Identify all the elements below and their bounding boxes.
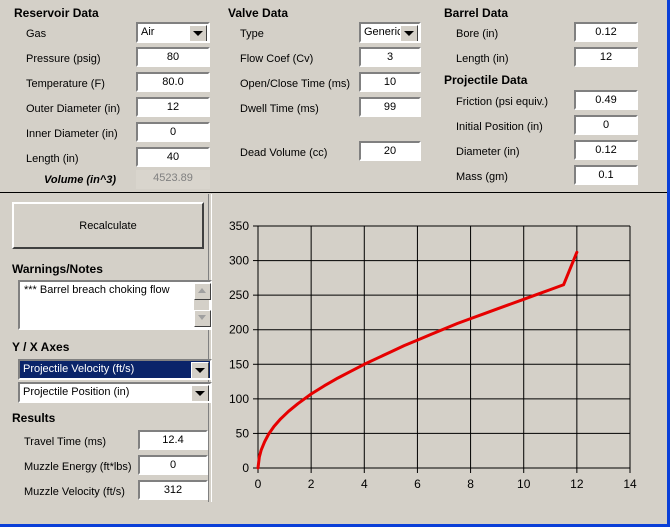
- svg-text:300: 300: [229, 254, 249, 268]
- label-temperature: Temperature (F): [26, 78, 105, 90]
- x-axis-combo[interactable]: Projectile Position (in): [18, 382, 212, 403]
- svg-text:8: 8: [467, 477, 474, 491]
- chevron-down-icon[interactable]: [191, 385, 209, 401]
- chevron-down-icon[interactable]: [189, 25, 207, 41]
- friction-field[interactable]: 0.49: [574, 90, 638, 110]
- label-inner-diameter: Inner Diameter (in): [26, 128, 118, 140]
- dead-volume-field[interactable]: 20: [359, 141, 421, 161]
- gas-combo-value: Air: [141, 26, 155, 38]
- label-length: Length (in): [26, 153, 79, 165]
- results-title: Results: [12, 411, 56, 425]
- results-chart-svg: 0 50 100 150 200 250 300 350 0 2 4 6 8 10 12 14: [229, 219, 637, 491]
- muzzle-energy-field: 0: [138, 455, 208, 475]
- label-muzzle-energy: Muzzle Energy (ft*lbs): [24, 461, 132, 473]
- mass-field[interactable]: 0.1: [574, 165, 638, 185]
- travel-time-field: 12.4: [138, 430, 208, 450]
- svg-text:350: 350: [229, 219, 249, 233]
- recalculate-button[interactable]: Recalculate: [12, 202, 204, 249]
- warnings-notes-text: *** Barrel breach choking flow: [24, 284, 170, 296]
- label-bore: Bore (in): [456, 28, 499, 40]
- label-volume: Volume (in^3): [44, 174, 117, 186]
- svg-text:10: 10: [517, 477, 531, 491]
- temperature-field[interactable]: 80.0: [136, 72, 210, 92]
- label-barrel-length: Length (in): [456, 53, 509, 65]
- svg-text:0: 0: [242, 461, 249, 475]
- reservoir-length-field[interactable]: 40: [136, 147, 210, 167]
- outer-diameter-field[interactable]: 12: [136, 97, 210, 117]
- gas-gun-simulator-window: Reservoir Data Gas Air Pressure (psig) 8…: [0, 0, 670, 527]
- label-valve-type: Type: [240, 28, 264, 40]
- label-outer-diameter: Outer Diameter (in): [26, 103, 121, 115]
- chevron-down-icon[interactable]: [191, 362, 209, 378]
- projectile-data-title: Projectile Data: [444, 73, 528, 87]
- label-dead-volume: Dead Volume (cc): [240, 147, 328, 159]
- inner-diameter-field[interactable]: 0: [136, 122, 210, 142]
- label-dwell-time: Dwell Time (ms): [240, 103, 319, 115]
- svg-text:150: 150: [229, 357, 249, 371]
- warnings-scrollbar[interactable]: [194, 283, 211, 327]
- svg-text:12: 12: [570, 477, 584, 491]
- label-projectile-diameter: Diameter (in): [456, 146, 520, 158]
- label-open-close-time: Open/Close Time (ms): [240, 78, 351, 90]
- scroll-up-icon[interactable]: [194, 283, 211, 300]
- label-muzzle-velocity: Muzzle Velocity (ft/s): [24, 486, 125, 498]
- volume-readonly-field: 4523.89: [136, 170, 210, 189]
- svg-text:200: 200: [229, 323, 249, 337]
- dwell-time-field[interactable]: 99: [359, 97, 421, 117]
- x-axis-combo-value: Projectile Position (in): [23, 386, 130, 398]
- svg-text:50: 50: [236, 426, 250, 440]
- label-travel-time: Travel Time (ms): [24, 436, 107, 448]
- panel-divider-horizontal: [0, 192, 667, 193]
- pressure-field[interactable]: 80: [136, 47, 210, 67]
- label-initial-position: Initial Position (in): [456, 121, 543, 133]
- axes-title: Y / X Axes: [12, 340, 70, 354]
- svg-text:100: 100: [229, 392, 249, 406]
- svg-text:2: 2: [308, 477, 315, 491]
- warnings-notes-textarea[interactable]: *** Barrel breach choking flow: [18, 280, 212, 330]
- bore-field[interactable]: 0.12: [574, 22, 638, 42]
- svg-text:250: 250: [229, 288, 249, 302]
- valve-data-title: Valve Data: [228, 6, 289, 20]
- svg-text:6: 6: [414, 477, 421, 491]
- recalculate-button-label: Recalculate: [79, 219, 137, 232]
- label-friction: Friction (psi equiv.): [456, 96, 549, 108]
- y-axis-combo-value: Projectile Velocity (ft/s): [23, 361, 136, 378]
- svg-text:14: 14: [623, 477, 637, 491]
- scroll-down-icon[interactable]: [194, 310, 211, 327]
- open-close-time-field[interactable]: 10: [359, 72, 421, 92]
- initial-position-field[interactable]: 0: [574, 115, 638, 135]
- barrel-data-title: Barrel Data: [444, 6, 509, 20]
- label-mass: Mass (gm): [456, 171, 508, 183]
- label-gas: Gas: [26, 28, 47, 40]
- muzzle-velocity-field: 312: [138, 480, 208, 500]
- reservoir-data-title: Reservoir Data: [14, 6, 99, 20]
- valve-type-combo[interactable]: Generic: [359, 22, 421, 43]
- warnings-notes-title: Warnings/Notes: [12, 262, 103, 276]
- chart-tick-labels: 0 50 100 150 200 250 300 350 0 2 4 6 8 10 12 14: [229, 219, 637, 491]
- flow-coef-field[interactable]: 3: [359, 47, 421, 67]
- y-axis-combo[interactable]: Projectile Velocity (ft/s): [18, 359, 212, 380]
- label-pressure: Pressure (psig): [26, 53, 101, 65]
- svg-text:0: 0: [255, 477, 262, 491]
- valve-type-combo-value: Generic: [364, 26, 403, 38]
- results-chart: 0 50 100 150 200 250 300 350 0 2 4 6 8 10 12 14: [212, 196, 664, 501]
- svg-text:4: 4: [361, 477, 368, 491]
- gas-combo[interactable]: Air: [136, 22, 210, 43]
- chevron-down-icon[interactable]: [400, 25, 418, 41]
- label-flow-coef: Flow Coef (Cv): [240, 53, 314, 65]
- projectile-diameter-field[interactable]: 0.12: [574, 140, 638, 160]
- barrel-length-field[interactable]: 12: [574, 47, 638, 67]
